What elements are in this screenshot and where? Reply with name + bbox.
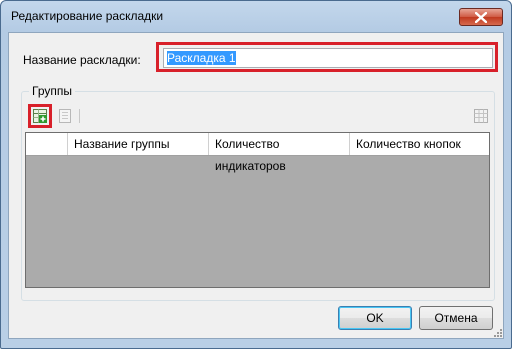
close-icon bbox=[475, 12, 487, 23]
ok-button[interactable]: OK bbox=[338, 306, 412, 330]
dialog-window: Редактирование раскладки Название раскла… bbox=[0, 0, 512, 349]
groups-label: Группы bbox=[29, 84, 75, 98]
add-group-icon[interactable] bbox=[32, 108, 48, 124]
layout-name-label: Название раскладки: bbox=[23, 53, 141, 67]
close-button[interactable] bbox=[459, 8, 503, 26]
dialog-body: Название раскладки: Раскладка 1 Группы Н… bbox=[8, 32, 504, 339]
header-indicator-count[interactable]: Количество индикаторов bbox=[209, 133, 350, 173]
resize-grip-icon[interactable] bbox=[493, 328, 503, 338]
table-header: Название группы Количество индикаторов К… bbox=[26, 133, 489, 173]
header-group-name[interactable]: Название группы bbox=[68, 133, 209, 155]
header-button-count[interactable]: Количество кнопок bbox=[350, 133, 489, 155]
toolbar-separator bbox=[79, 109, 80, 123]
delete-group-icon[interactable] bbox=[57, 108, 73, 124]
layout-name-value: Раскладка 1 bbox=[167, 51, 236, 65]
grid-settings-icon[interactable] bbox=[473, 108, 489, 124]
window-title: Редактирование раскладки bbox=[11, 9, 164, 23]
title-bar[interactable]: Редактирование раскладки bbox=[1, 1, 511, 31]
header-row-selector[interactable] bbox=[26, 133, 68, 155]
cancel-button[interactable]: Отмена bbox=[419, 306, 493, 330]
layout-name-input[interactable]: Раскладка 1 bbox=[163, 48, 493, 68]
groups-table[interactable]: Название группы Количество индикаторов К… bbox=[25, 132, 490, 288]
